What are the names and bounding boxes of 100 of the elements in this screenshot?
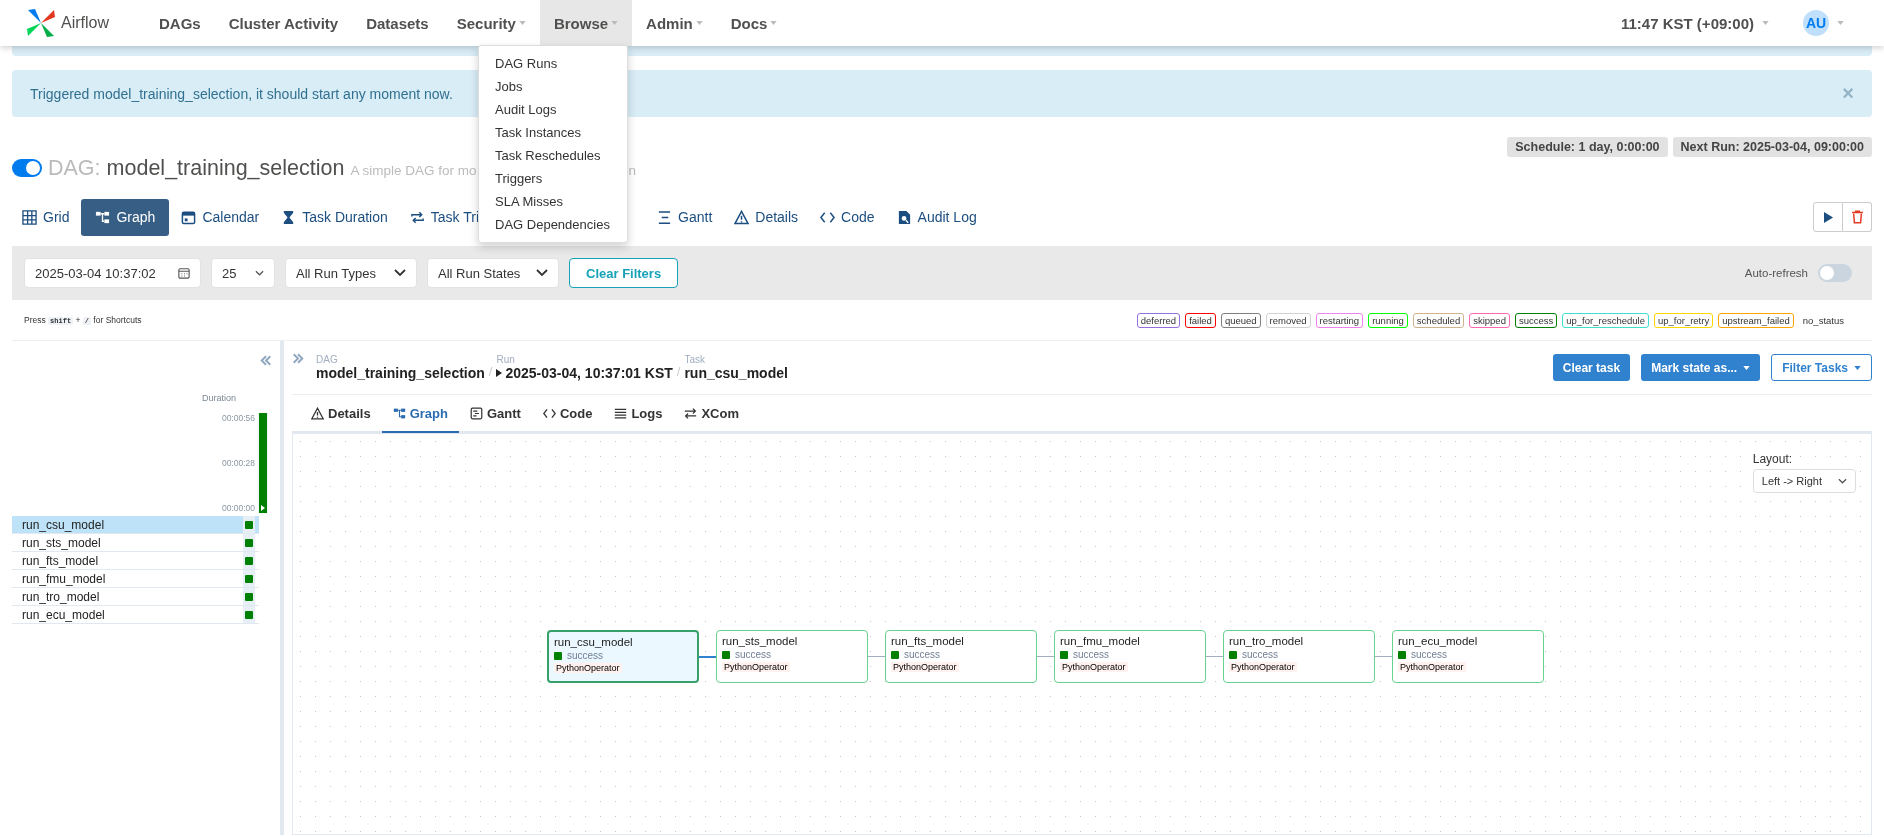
view-tab[interactable]: Grid [12,199,80,235]
action-button[interactable]: Clear task [1552,354,1631,381]
detail-tab[interactable]: XCom [673,395,750,433]
task-row[interactable]: run_csu_model [12,516,259,534]
auto-refresh-switch[interactable] [1818,264,1852,282]
run-type-select[interactable]: All Run Types [285,258,417,288]
swap-icon [684,406,698,420]
detail-tab[interactable]: Code [531,395,604,433]
status-legend-tag[interactable]: running [1368,312,1408,328]
task-row[interactable]: run_ecu_model [12,606,259,624]
menu-item[interactable]: Triggers [479,167,627,190]
status-legend-tag[interactable]: removed [1265,312,1311,328]
dag-toggle[interactable] [12,159,42,177]
status-legend-tag[interactable]: scheduled [1412,312,1465,328]
caret-icon [770,21,778,25]
menu-item[interactable]: DAG Dependencies [479,213,627,236]
task-state: success [904,649,941,660]
task-node[interactable]: run_sts_model success PythonOperator [716,630,868,683]
status-square[interactable] [245,574,253,583]
task-node[interactable]: run_tro_model success PythonOperator [1223,630,1375,683]
view-tab[interactable]: Gantt [647,199,723,235]
task-row[interactable]: run_tro_model [12,588,259,606]
status-square[interactable] [245,556,253,565]
breadcrumb-separator: / [676,364,681,379]
brand-name[interactable]: Airflow [61,14,109,32]
nav-menu-item[interactable]: Security [442,0,540,46]
date-field[interactable]: 2025-03-04 10:37:02 [24,258,201,288]
menu-item[interactable]: DAG Runs [479,52,627,75]
action-button[interactable]: Mark state as... [1641,354,1761,381]
task-node[interactable]: run_csu_model success PythonOperator [547,630,699,683]
status-legend-tag[interactable]: restarting [1315,312,1364,328]
status-legend-tag[interactable]: failed [1185,312,1216,328]
run-count-select[interactable]: 25 [211,258,275,288]
action-button[interactable]: Filter Tasks [1771,354,1872,381]
task-row[interactable]: run_sts_model [12,534,259,552]
status-legend-tag[interactable]: up_for_reschedule [1562,312,1649,328]
menu-item[interactable]: Audit Logs [479,98,627,121]
pinwheel-logo-icon[interactable] [25,7,57,39]
nav-menu-item[interactable]: DAGs [145,0,215,46]
dag-description: n [628,162,636,178]
menu-item[interactable]: Jobs [479,75,627,98]
view-tab[interactable]: Graph [81,198,170,236]
task-row[interactable]: run_fts_model [12,552,259,570]
clock-time[interactable]: 11:47 KST (+09:00) [1621,14,1754,32]
status-square[interactable] [245,520,253,529]
status-legend-tag[interactable]: skipped [1469,312,1510,328]
status-square[interactable] [245,610,253,619]
view-tab[interactable]: Task Tri [399,199,480,235]
status-legend-tag[interactable]: no_status [1798,312,1848,328]
status-square[interactable] [245,592,253,601]
view-tab[interactable]: Details [724,199,809,235]
collapse-icon[interactable] [260,355,272,366]
nav-menu-item[interactable]: Datasets [352,0,443,46]
task-node[interactable]: run_ecu_model success PythonOperator [1392,630,1544,683]
delete-button[interactable] [1843,202,1872,232]
view-tab[interactable]: Code [810,199,885,235]
play-icon [261,505,265,511]
grid-icon [22,209,37,225]
nav-menu-item[interactable]: Cluster Activity [214,0,353,46]
menu-item[interactable]: SLA Misses [479,190,627,213]
document-search-icon [896,209,912,225]
detail-tab[interactable]: Gantt [458,395,532,433]
trigger-button[interactable] [1813,202,1843,232]
status-square[interactable] [245,538,253,547]
menu-item[interactable]: Task Instances [479,121,627,144]
dag-description: A simple DAG for mo [350,162,477,178]
view-tab[interactable]: Calendar [171,199,270,235]
expand-icon[interactable] [292,353,304,364]
status-legend-tag[interactable]: up_for_retry [1653,312,1714,328]
breadcrumb-link[interactable]: 2025-03-04, 10:37:01 KST [496,365,673,381]
nav-menu-item[interactable]: Browse [539,0,633,46]
status-legend-tag[interactable]: success [1514,312,1558,328]
status-legend-tag[interactable]: deferred [1136,312,1181,328]
task-row[interactable]: run_fmu_model [12,570,259,588]
status-legend-tag[interactable]: upstream_failed [1718,312,1794,328]
task-node[interactable]: run_fts_model success PythonOperator [885,630,1037,683]
edge-line [1206,655,1223,658]
task-name: run_fmu_model [1060,635,1141,647]
layout-select[interactable]: Left -> Right [1752,469,1856,493]
menu-item[interactable]: Task Reschedules [479,144,627,167]
chevron-down-icon [394,269,406,277]
run-state-select[interactable]: All Run States [427,258,559,288]
detail-tab[interactable]: Logs [603,395,674,433]
task-node[interactable]: run_fmu_model success PythonOperator [1054,630,1206,683]
operator-tag: PythonOperator [1398,662,1466,672]
edge-line [1037,655,1054,658]
view-tab[interactable]: Audit Log [886,199,987,235]
status-legend-tag[interactable]: queued [1220,312,1261,328]
view-tab[interactable]: Task Duration [271,199,398,235]
task-name: run_tro_model [1229,635,1305,647]
task-name: run_fts_model [891,635,965,647]
repeat-icon [409,209,425,225]
nav-menu-item[interactable]: Docs [716,0,792,46]
detail-tab[interactable]: Details [300,395,382,433]
nav-menu-item[interactable]: Admin [632,0,717,46]
breadcrumb-link[interactable]: run_csu_model [684,365,788,381]
chevron-down-icon [255,270,264,276]
task-name: run_sts_model [722,635,799,647]
breadcrumb-link[interactable]: model_training_selection [316,365,485,381]
play-icon [496,369,503,377]
